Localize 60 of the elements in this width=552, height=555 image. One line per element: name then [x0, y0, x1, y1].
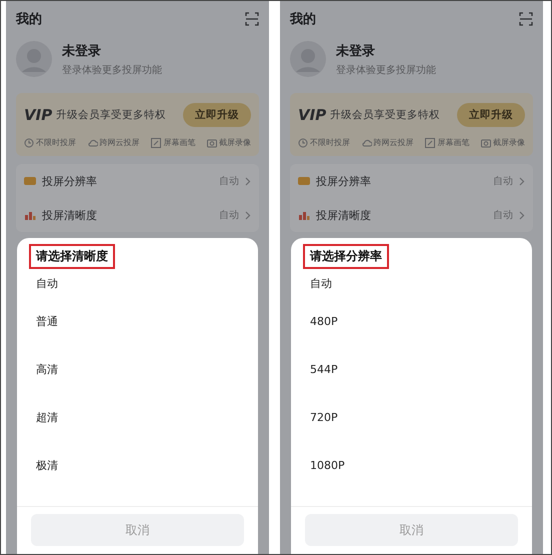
setting-value: 自动 [219, 209, 239, 222]
camera-icon [480, 138, 491, 148]
setting-label: 投屏分辨率 [42, 174, 98, 188]
option-item[interactable]: 480P [291, 297, 532, 345]
pen-icon [151, 138, 162, 148]
setting-label: 投屏分辨率 [316, 174, 372, 188]
option-item[interactable]: 1080P [291, 441, 532, 489]
vip-promo-text: 升级会员享受更多特权 [330, 108, 440, 122]
page-title: 我的 [290, 11, 316, 28]
hd-badge-icon [298, 176, 310, 186]
option-item[interactable]: 自动 [291, 269, 532, 297]
hd-badge-icon [24, 176, 36, 186]
clock-icon [298, 138, 308, 148]
vip-logo: VIP [298, 106, 326, 124]
option-item[interactable]: 极清 [17, 441, 258, 489]
feature-label: 屏幕画笔 [437, 137, 470, 148]
scan-icon[interactable] [245, 12, 259, 26]
user-name: 未登录 [336, 42, 376, 60]
pen-icon [425, 138, 436, 148]
feature-label: 不限时投屏 [310, 137, 350, 148]
chevron-icon [519, 176, 525, 186]
feature-label: 跨网云投屏 [100, 137, 140, 148]
avatar-icon [16, 41, 52, 77]
option-item[interactable]: 自动 [17, 269, 258, 297]
setting-value: 自动 [493, 209, 513, 222]
feature-label: 不限时投屏 [36, 137, 76, 148]
option-item[interactable]: 普通 [17, 297, 258, 345]
avatar-icon [290, 41, 326, 77]
setting-value: 自动 [219, 175, 239, 188]
option-item[interactable]: 超清 [17, 393, 258, 441]
setting-label: 投屏清晰度 [316, 208, 372, 222]
upgrade-button[interactable]: 立即升级 [183, 103, 251, 127]
scan-icon[interactable] [519, 12, 533, 26]
user-name: 未登录 [62, 42, 102, 60]
setting-value: 自动 [493, 175, 513, 188]
clock-icon [24, 138, 34, 148]
cloud-icon [362, 138, 372, 148]
bar-chart-icon [24, 210, 36, 220]
chevron-icon [245, 210, 251, 220]
cloud-icon [88, 138, 98, 148]
feature-label: 屏幕画笔 [163, 137, 196, 148]
vip-logo: VIP [24, 106, 52, 124]
feature-label: 截屏录像 [492, 137, 525, 148]
vip-promo-text: 升级会员享受更多特权 [56, 108, 166, 122]
sheet-title: 请选择分辨率 [303, 244, 389, 269]
option-item[interactable]: 544P [291, 345, 532, 393]
login-hint: 登录体验更多投屏功能 [336, 64, 436, 76]
page-title: 我的 [16, 11, 42, 28]
sheet-title: 请选择清晰度 [29, 244, 115, 269]
option-item[interactable]: 高清 [17, 345, 258, 393]
chevron-icon [245, 176, 251, 186]
bar-chart-icon [298, 210, 310, 220]
chevron-icon [519, 210, 525, 220]
option-item[interactable]: 720P [291, 393, 532, 441]
setting-label: 投屏清晰度 [42, 208, 98, 222]
feature-label: 截屏录像 [218, 137, 251, 148]
login-hint: 登录体验更多投屏功能 [62, 64, 162, 76]
upgrade-button[interactable]: 立即升级 [457, 103, 525, 127]
feature-label: 跨网云投屏 [374, 137, 414, 148]
camera-icon [206, 138, 217, 148]
